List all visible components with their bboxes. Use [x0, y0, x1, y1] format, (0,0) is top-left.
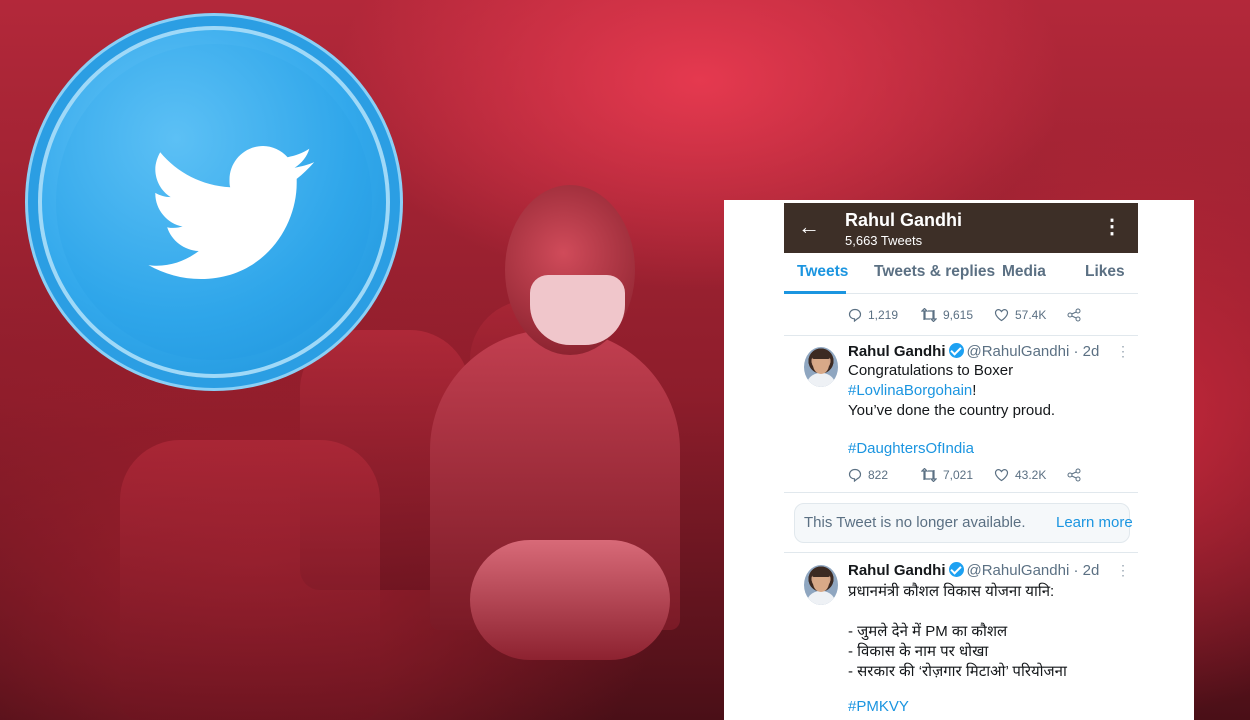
- tab-media[interactable]: Media: [1002, 263, 1046, 281]
- face-mask: [530, 275, 625, 345]
- like-button[interactable]: 57.4K: [994, 308, 1046, 322]
- author-name[interactable]: Rahul Gandhi: [848, 343, 946, 360]
- verified-badge-icon: [948, 562, 964, 577]
- unavailable-text: This Tweet is no longer available.: [804, 514, 1026, 531]
- tweet-time: · 2d: [1073, 562, 1100, 579]
- reply-button[interactable]: 822: [848, 468, 888, 483]
- share-icon: [1067, 308, 1081, 322]
- more-options-icon[interactable]: ⋮: [1116, 562, 1130, 579]
- twitter-bird-icon: [148, 146, 315, 279]
- heart-icon: [994, 468, 1009, 482]
- twitter-profile-screenshot: ← Rahul Gandhi 5,663 Tweets ⋮ Tweets Twe…: [724, 200, 1194, 720]
- tweet-actions: 822 7,021 43.2K: [848, 467, 1148, 486]
- share-button[interactable]: [1067, 468, 1087, 482]
- tweet-actions: 1,219 9,615 57.4K: [848, 307, 1148, 326]
- app-bar: ← Rahul Gandhi 5,663 Tweets ⋮: [784, 203, 1138, 253]
- tab-tweets[interactable]: Tweets: [797, 263, 848, 281]
- reply-icon: [848, 468, 862, 483]
- active-tab-indicator: [784, 291, 846, 294]
- divider: [784, 492, 1138, 493]
- author-handle[interactable]: @RahulGandhi: [967, 562, 1070, 579]
- avatar[interactable]: [804, 347, 838, 387]
- tab-likes[interactable]: Likes: [1085, 263, 1125, 281]
- reply-button[interactable]: 1,219: [848, 308, 898, 323]
- tweet-header: Rahul Gandhi @RahulGandhi · 2d: [848, 343, 1099, 360]
- tweet-text-line: #LovlinaBorgohain!: [848, 382, 977, 399]
- hands: [470, 540, 670, 660]
- tweet-text: Congratulations to Boxer: [848, 362, 1014, 379]
- divider: [784, 335, 1138, 336]
- divider: [784, 552, 1138, 553]
- more-options-icon[interactable]: ⋮: [1116, 343, 1130, 360]
- share-button[interactable]: [1067, 308, 1087, 322]
- twitter-logo-badge: [38, 26, 390, 378]
- tweet-count: 5,663 Tweets: [845, 233, 923, 248]
- share-icon: [1067, 468, 1081, 482]
- retweet-icon: [920, 307, 938, 323]
- hashtag-link[interactable]: #DaughtersOfIndia: [848, 440, 974, 457]
- tweet-text: - विकास के नाम पर धोखा: [848, 643, 989, 660]
- like-button[interactable]: 43.2K: [994, 468, 1046, 482]
- author-name[interactable]: Rahul Gandhi: [848, 562, 946, 579]
- tweet-time: · 2d: [1073, 343, 1100, 360]
- heart-icon: [994, 308, 1009, 322]
- car-seat: [120, 440, 380, 720]
- hashtag-link[interactable]: #PMKVY: [848, 698, 909, 715]
- retweet-icon: [920, 467, 938, 483]
- retweet-button[interactable]: 9,615: [920, 307, 973, 323]
- tweet-header: Rahul Gandhi @RahulGandhi · 2d: [848, 562, 1099, 579]
- arrow-left-icon[interactable]: ←: [798, 214, 820, 240]
- unavailable-tweet-notice: This Tweet is no longer available. Learn…: [794, 503, 1133, 543]
- tweet-text: - सरकार की ‘रोज़गार मिटाओ’ परियोजना: [848, 663, 1067, 680]
- tweet-text: प्रधानमंत्री कौशल विकास योजना यानि:: [848, 583, 1055, 600]
- learn-more-link[interactable]: Learn more: [1056, 514, 1133, 531]
- profile-tabs: Tweets Tweets & replies Media Likes: [784, 253, 1138, 294]
- kebab-icon[interactable]: ⋮: [1102, 214, 1122, 239]
- verified-badge-icon: [948, 343, 964, 358]
- hashtag-link[interactable]: #LovlinaBorgohain: [848, 382, 972, 399]
- tweet-text: You’ve done the country proud.: [848, 402, 1056, 419]
- tweet-text: - जुमले देने में PM का कौशल: [848, 623, 1008, 640]
- profile-name: Rahul Gandhi: [845, 210, 962, 230]
- avatar[interactable]: [804, 565, 838, 605]
- author-handle[interactable]: @RahulGandhi: [967, 343, 1070, 360]
- tab-tweets-replies[interactable]: Tweets & replies: [874, 263, 995, 281]
- retweet-button[interactable]: 7,021: [920, 467, 973, 483]
- reply-icon: [848, 308, 862, 323]
